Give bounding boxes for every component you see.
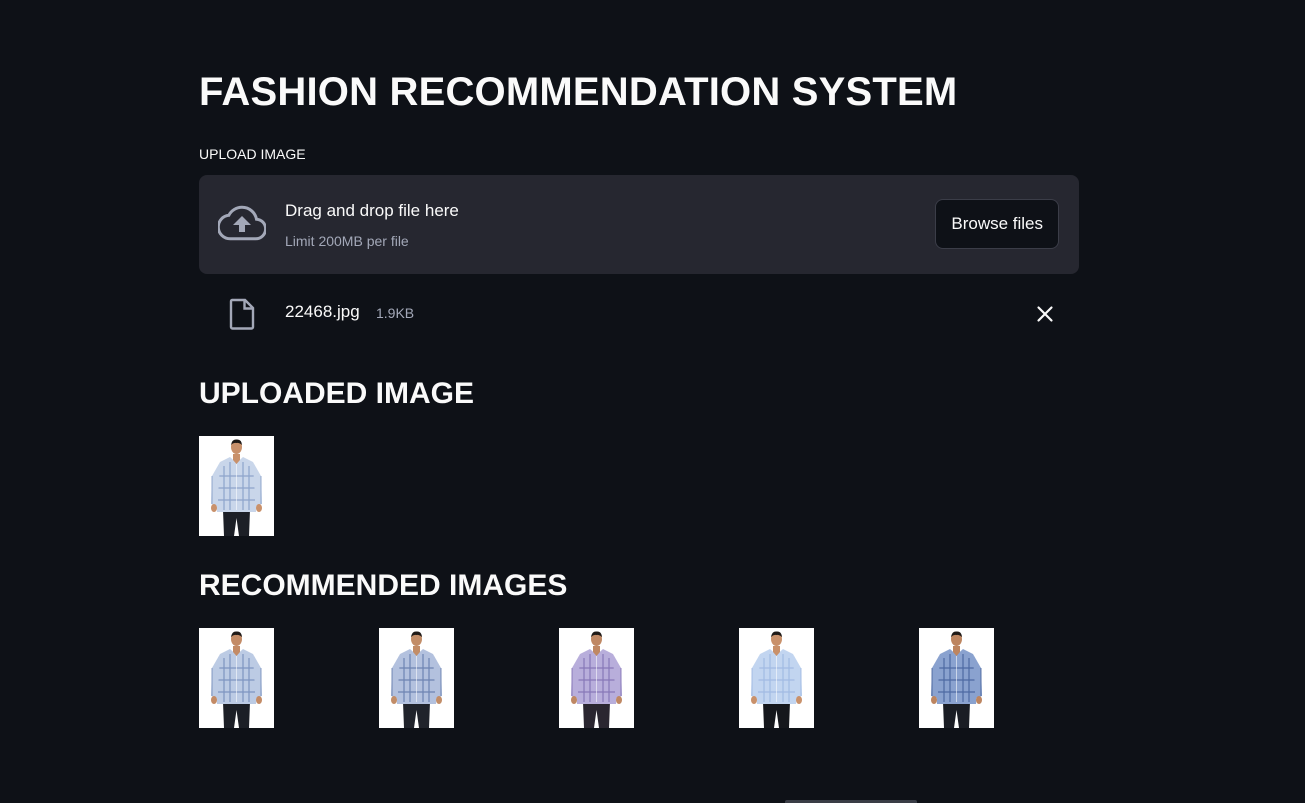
close-icon[interactable] (1033, 302, 1057, 326)
dropzone-instructions: Drag and drop file here (285, 201, 459, 220)
browse-files-button[interactable]: Browse files (935, 199, 1059, 249)
uploaded-image-heading: UPLOADED IMAGE (199, 377, 475, 410)
uploaded-file-row: 22468.jpg 1.9KB (199, 290, 1079, 338)
file-dropzone[interactable]: Drag and drop file here Limit 200MB per … (199, 175, 1079, 274)
uploaded-image (199, 436, 274, 536)
upload-image-label: UPLOAD IMAGE (199, 146, 306, 162)
cloud-upload-icon (218, 205, 266, 241)
recommended-image (559, 628, 634, 728)
recommended-image (739, 628, 814, 728)
recommended-image (919, 628, 994, 728)
recommended-image (379, 628, 454, 728)
recommended-images-heading: RECOMMENDED IMAGES (199, 569, 568, 602)
uploaded-file-size: 1.9KB (376, 305, 415, 321)
file-icon (229, 298, 255, 330)
recommended-image (199, 628, 274, 728)
page-title: FASHION RECOMMENDATION SYSTEM (199, 70, 958, 114)
uploaded-file-name: 22468.jpg (285, 302, 360, 321)
dropzone-file-limit: Limit 200MB per file (285, 233, 409, 249)
